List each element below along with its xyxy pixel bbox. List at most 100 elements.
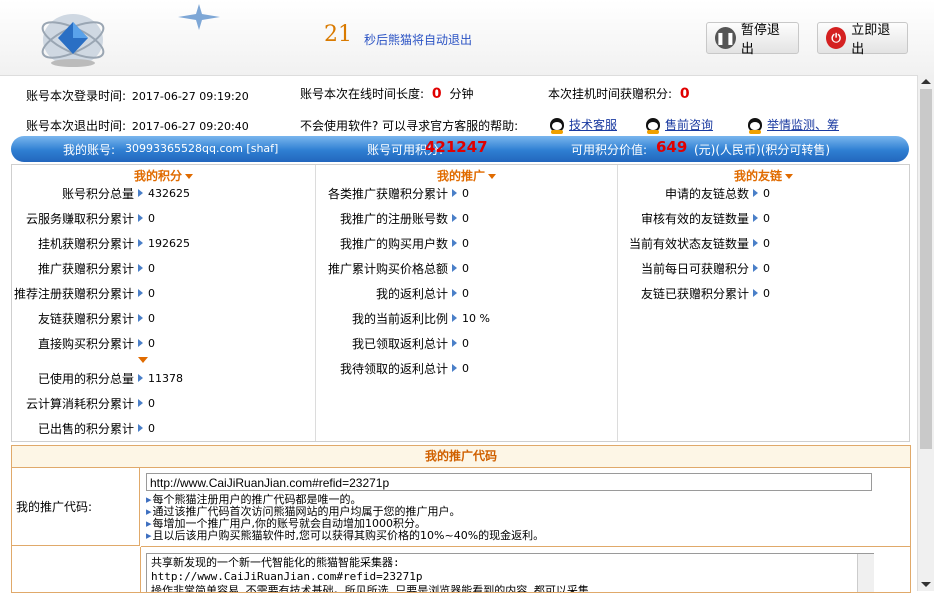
list-item: 直接购买积分累计 0 [37,336,155,351]
promo-code-label: 我的推广代码: [12,468,140,546]
list-item: 当前有效状态友链数量 0 [628,236,770,251]
chevron-down-icon [185,174,193,179]
online-duration-label: 账号本次在线时间长度: [300,87,425,101]
arrow-right-icon [452,264,457,272]
online-duration-line: 账号本次在线时间长度: 0 分钟 [300,85,473,102]
list-item: 我待领取的返利总计 0 [339,361,469,376]
list-item: 已使用的积分总量 11378 [37,371,183,386]
arrow-right-icon [753,264,758,272]
earned-points-label: 本次挂机时间获赠积分: [548,87,673,101]
arrow-right-icon [452,289,457,297]
arrow-right-icon [753,189,758,197]
promo-code-table: 我的推广代码 我的推广代码: http://www.CaiJiRuanJian.… [11,445,911,593]
share-text-area[interactable]: 共享新发现的一个新一代智能化的熊猫智能采集器: http://www.CaiJi… [146,553,874,593]
pause-exit-label: 暂停退出 [740,23,780,57]
share-scrollbar[interactable] [857,554,874,592]
arrow-right-icon [753,289,758,297]
list-item: 申请的友链总数 0 [664,186,770,201]
presales-label: 售前咨询 [665,118,714,132]
arrow-right-icon [138,374,143,382]
quit-now-button[interactable]: ⏻ 立即退出 [817,22,908,57]
arrow-right-icon [452,189,457,197]
tech-support-link[interactable]: 技术客服 [550,116,618,134]
qq-icon [550,117,564,134]
tech-support-label: 技术客服 [569,118,618,132]
list-item: 账号积分总量 432625 [61,186,190,201]
points-worth-value: 649 [656,138,688,156]
list-item: 当前每日可获赠积分 0 [640,261,770,276]
logout-time-label: 账号本次退出时间: [26,119,127,133]
earned-points-value: 0 [679,86,690,102]
arrow-right-icon [138,424,143,432]
my-links-title[interactable]: 我的友链 [618,167,909,184]
list-item: 推广获赠积分累计 0 [37,261,155,276]
logout-time-line: 账号本次退出时间: 2017-06-27 09:20:40 [26,117,249,134]
online-duration-unit: 分钟 [449,87,474,101]
list-item: 我的当前返利比例 10 % [351,311,490,326]
login-time-label: 账号本次登录时间: [26,89,127,103]
monitoring-label: 举情监测、筹 [767,118,840,132]
share-line: 共享新发现的一个新一代智能化的熊猫智能采集器: [151,556,400,569]
countdown-number: 21 [324,22,352,47]
pause-exit-button[interactable]: ❚❚ 暂停退出 [706,22,799,57]
scroll-up-icon[interactable] [921,79,931,84]
chevron-down-icon [785,174,793,179]
arrow-right-icon [138,239,143,247]
qq-icon [646,117,660,134]
earned-points-line: 本次挂机时间获赠积分: 0 [548,85,690,102]
arrow-right-icon [452,239,457,247]
list-item: 挂机获赠积分累计 192625 [37,236,190,251]
monitoring-link[interactable]: 举情监测、筹 [748,116,840,134]
power-icon: ⏻ [826,27,847,49]
arrow-right-icon [138,264,143,272]
promo-note: 且以后该用户购买熊猫软件时,您可以获得其购买价格的10%~40%的现金返利。 [146,530,545,542]
sparkle-icon [178,4,220,30]
list-item: 云服务赚取积分累计 0 [25,211,155,226]
login-time-value: 2017-06-27 09:19:20 [131,90,249,103]
promo-code-title: 我的推广代码 [12,446,910,468]
logout-time-value: 2017-06-27 09:20:40 [131,120,249,133]
panda-logo-icon [41,14,105,67]
available-points-value: 421247 [425,138,488,156]
list-item: 友链已获赠积分累计 0 [640,286,770,301]
scroll-down-icon[interactable] [921,582,931,587]
my-links-panel: 我的友链 申请的友链总数 0 审核有效的友链数量 0 当前有效状态友链数量 0 当前每… [618,165,909,441]
points-worth-label: 可用积分价值: [571,143,648,157]
list-item: 推荐注册获赠积分累计 0 [13,286,155,301]
arrow-right-icon [138,289,143,297]
promo-notes: 每个熊猫注册用户的推广代码都是唯一的。 通过该推广代码首次访问熊猫网站的用户均属… [146,494,545,542]
list-item: 我推广的购买用户数 0 [339,236,469,251]
vertical-scrollbar[interactable] [917,75,934,591]
arrow-right-icon [138,314,143,322]
list-item: 审核有效的友链数量 0 [640,211,770,226]
promo-empty-cell [12,547,141,592]
list-item: 我推广的注册账号数 0 [339,211,469,226]
list-item: 云计算消耗积分累计 0 [25,396,155,411]
arrow-right-icon [452,314,457,322]
list-item: 推广累计购买价格总额 0 [327,261,469,276]
arrow-right-icon [138,399,143,407]
account-label: 我的账号: [63,143,116,157]
arrow-right-icon [753,239,758,247]
quit-now-label: 立即退出 [851,23,891,57]
my-promo-panel: 我的推广 各类推广获赠积分累计 0 我推广的注册账号数 0 我推广的购买用户数 0 推… [316,165,618,441]
list-item: 各类推广获赠积分累计 0 [327,186,469,201]
list-item: 我已领取返利总计 0 [351,336,469,351]
list-item: 友链获赠积分累计 0 [37,311,155,326]
presales-link[interactable]: 售前咨询 [646,116,714,134]
countdown-text: 秒后熊猫将自动退出 [364,33,473,47]
arrow-right-icon [452,214,457,222]
my-promo-title[interactable]: 我的推广 [316,167,617,184]
online-duration-value: 0 [431,86,442,102]
arrow-right-icon [452,339,457,347]
promo-url-field[interactable]: http://www.CaiJiRuanJian.com#refid=23271… [146,473,872,491]
my-points-panel: 我的积分 账号积分总量 432625 云服务赚取积分累计 0 挂机获赠积分累计 192… [12,165,316,441]
scrollbar-thumb[interactable] [920,89,932,449]
share-line: http://www.CaiJiRuanJian.com#refid=23271… [151,570,423,583]
share-line: 操作非常简单容易,不需要有技术基础。所见所选,只要是浏览器能看到的内容,都可以采… [151,584,589,593]
arrow-right-icon [138,189,143,197]
chevron-down-icon [488,174,496,179]
arrow-right-icon [452,364,457,372]
divider [141,546,910,547]
my-points-title[interactable]: 我的积分 [12,167,315,184]
